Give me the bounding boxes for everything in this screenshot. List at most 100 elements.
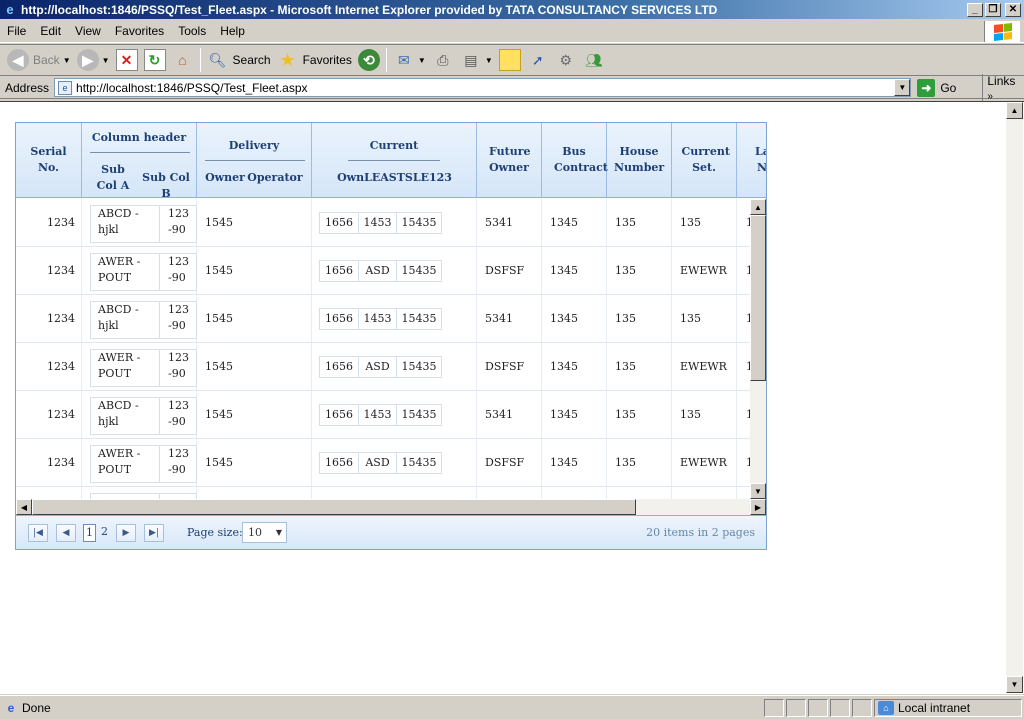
header-sub-col-b[interactable]: Sub Col B [136, 170, 196, 202]
windows-flag-icon [993, 22, 1012, 41]
security-zone: ⌂ Local intranet [874, 698, 1022, 717]
address-input[interactable]: e http://localhost:1846/PSSQ/Test_Fleet.… [54, 78, 912, 97]
grid-header: Serial No. Column header Sub Col A Sub C… [16, 123, 766, 200]
intranet-icon: ⌂ [878, 700, 894, 715]
links-button[interactable]: Links » [982, 73, 1024, 102]
current-subtable: 1656 ASD 15435 [319, 356, 442, 378]
close-button[interactable]: ✕ [1005, 2, 1021, 17]
grid-horizontal-scrollbar[interactable]: ◀ ▶ [16, 499, 766, 515]
address-dropdown-button[interactable]: ▼ [894, 79, 911, 96]
favorites-button[interactable]: ★ Favorites [274, 46, 355, 74]
grid-vscroll-thumb[interactable] [750, 215, 766, 381]
header-bus-contract[interactable]: Bus Contract [542, 123, 608, 197]
chevron-down-icon: ▼ [62, 55, 71, 65]
tools-button[interactable]: ⚙ [552, 46, 580, 74]
table-row[interactable]: 1234 AWER - POUT 123-90 1545 1656 ASD 15435 DSF… [16, 439, 750, 487]
header-partial-column[interactable]: La N [737, 123, 766, 197]
edit-icon: ▤ [464, 51, 478, 68]
grid-vertical-scrollbar[interactable]: ▲ ▼ [750, 199, 766, 499]
header-owner[interactable]: Owner [205, 170, 245, 186]
cell-current-set: EWEWR [672, 343, 737, 390]
menu-edit[interactable]: Edit [33, 24, 68, 38]
menu-view[interactable]: View [68, 24, 108, 38]
menu-help[interactable]: Help [213, 24, 252, 38]
history-icon: ⟲ [357, 49, 380, 71]
cell-bus-contract: 1345 [542, 391, 607, 438]
header-house-number[interactable]: House Number [607, 123, 672, 197]
prev-page-icon[interactable]: ◀ [56, 524, 76, 542]
address-bar: Address e http://localhost:1846/PSSQ/Tes… [0, 73, 1024, 102]
header-delivery[interactable]: Delivery [197, 139, 311, 152]
messenger-icon: 👥︎ [584, 51, 603, 68]
pager-info: 20 items in 2 pages [646, 526, 755, 539]
mail-icon: ✉ [398, 51, 410, 68]
scroll-up-arrow-icon[interactable]: ▲ [750, 199, 766, 215]
minimize-button[interactable]: _ [967, 2, 983, 17]
cell-house-number: 135 [607, 199, 672, 246]
page-viewport: Serial No. Column header Sub Col A Sub C… [0, 101, 1024, 694]
cell-sub-a: AWER - POUT [90, 349, 160, 387]
page-vertical-scrollbar[interactable]: ▲ ▼ [1006, 102, 1023, 693]
edit-button[interactable]: ▤ ▼ [457, 46, 496, 74]
page-2-button[interactable]: 2 [98, 524, 111, 542]
page-1-button[interactable]: 1 [83, 524, 96, 542]
header-future-owner[interactable]: Future Owner [477, 123, 542, 197]
search-button[interactable]: 🔍︎ Search [204, 46, 274, 74]
cell-subcols: ABCD - hjkl 123-90 [82, 199, 197, 246]
print-button[interactable]: ⎙ [429, 46, 457, 74]
cell-serial: 1234 [16, 247, 82, 294]
header-column-header[interactable]: Column header [82, 131, 196, 144]
discuss-button[interactable] [496, 46, 524, 74]
cell-sub-b: 123-90 [159, 397, 197, 435]
header-current-set[interactable]: Current Set. [672, 123, 737, 197]
messenger-button[interactable]: 👥︎ [580, 46, 608, 74]
go-button[interactable]: ➜ Go [917, 78, 956, 97]
menu-tools[interactable]: Tools [171, 24, 213, 38]
back-button[interactable]: ◀ Back ▼ [4, 46, 74, 74]
table-row[interactable]: 1234 AWER - POUT 123-90 1545 1656 ASD 15435 DSF… [16, 247, 750, 295]
refresh-button[interactable]: ↻ [141, 46, 169, 74]
table-row[interactable]: 1234 AWER - POUT 123-90 1545 1656 ASD 15435 DSF… [16, 343, 750, 391]
cell-house-number: 135 [607, 247, 672, 294]
cell-sub-a: ABCD - hjkl [90, 205, 160, 243]
page-size-select[interactable]: 10 ▼ [242, 522, 287, 543]
next-page-icon[interactable]: ▶ [116, 524, 136, 542]
go-arrow-icon: ➜ [917, 78, 936, 97]
header-serial-no[interactable]: Serial No. [16, 123, 82, 197]
scroll-down-arrow-icon[interactable]: ▼ [750, 483, 766, 499]
address-label: Address [5, 80, 50, 95]
scroll-left-arrow-icon[interactable]: ◀ [16, 499, 32, 515]
history-button[interactable]: ⟲ [355, 46, 383, 74]
table-row[interactable]: 1234 ABCD - hjkl 123-90 1545 1656 1453 15435 53… [16, 295, 750, 343]
title-bar: e http://localhost:1846/PSSQ/Test_Fleet.… [0, 0, 1024, 19]
home-icon: ⌂ [178, 52, 187, 68]
header-sub-col-a[interactable]: Sub Col A [90, 162, 136, 194]
scroll-up-arrow-icon[interactable]: ▲ [1006, 102, 1023, 119]
address-url: http://localhost:1846/PSSQ/Test_Fleet.as… [76, 80, 308, 95]
table-row[interactable]: 1234 ABCD - hjkl 123-90 1545 1656 1453 15435 53… [16, 199, 750, 247]
status-text: Done [22, 700, 51, 715]
scroll-right-arrow-icon[interactable]: ▶ [750, 499, 766, 515]
cell-bus-contract: 1345 [542, 343, 607, 390]
research-button[interactable]: ➚ [524, 46, 552, 74]
home-button[interactable]: ⌂ [169, 46, 197, 74]
first-page-icon[interactable]: |◀ [28, 524, 48, 542]
table-row[interactable]: 1234 ABCD - hjkl 123-90 1545 1656 1453 15435 53… [16, 391, 750, 439]
grid-hscroll-thumb[interactable] [32, 499, 636, 515]
header-current-sub[interactable]: OwnLEASTSLE123 [312, 170, 477, 186]
stop-icon: ✕ [115, 49, 138, 71]
scroll-down-arrow-icon[interactable]: ▼ [1006, 676, 1023, 693]
tools-icon: ⚙ [559, 51, 573, 68]
menu-favorites[interactable]: Favorites [108, 24, 171, 38]
header-current[interactable]: Current [312, 139, 476, 152]
header-operator[interactable]: Operator [247, 170, 303, 186]
mail-button[interactable]: ✉ ▼ [390, 46, 429, 74]
grid-body: 1234 ABCD - hjkl 123-90 1545 1656 1453 15435 53… [16, 199, 750, 499]
forward-button[interactable]: ▶ ▼ [74, 46, 113, 74]
stop-button[interactable]: ✕ [113, 46, 141, 74]
menu-file[interactable]: File [0, 24, 33, 38]
cell-bus-contract: 1345 [542, 295, 607, 342]
cell-subcols: AWER - POUT 123-90 [82, 247, 197, 294]
restore-button[interactable]: ❐ [985, 2, 1001, 17]
last-page-icon[interactable]: ▶| [144, 524, 164, 542]
